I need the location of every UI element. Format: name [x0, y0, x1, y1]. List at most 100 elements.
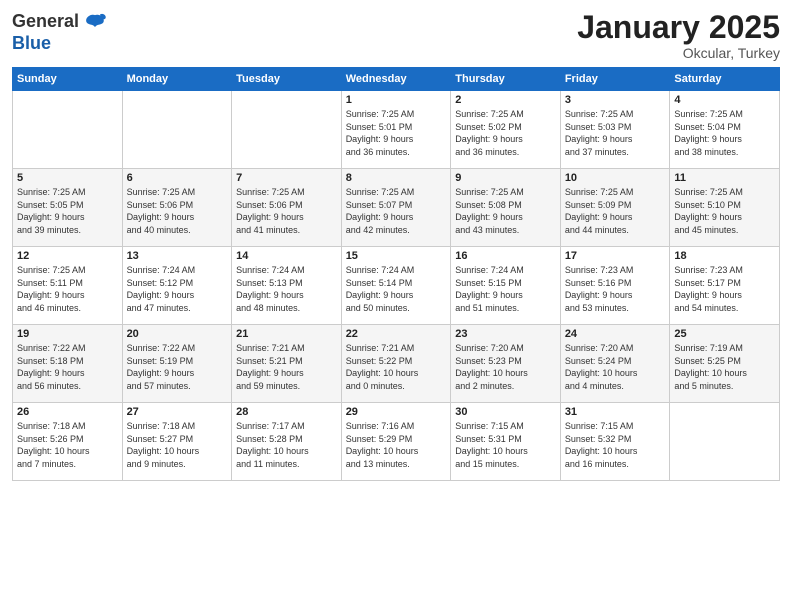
day-info-3-3: Sunrise: 7:21 AM Sunset: 5:22 PM Dayligh…	[346, 342, 447, 392]
day-number-4-2: 28	[236, 406, 337, 418]
cell-1-0: 5 Sunrise: 7:25 AM Sunset: 5:05 PM Daylig…	[13, 169, 123, 247]
week-row-3: 19 Sunrise: 7:22 AM Sunset: 5:18 PM Dayli…	[13, 325, 780, 403]
day-number-4-4: 30	[455, 406, 556, 418]
day-info-4-1: Sunrise: 7:18 AM Sunset: 5:27 PM Dayligh…	[127, 420, 228, 470]
day-info-2-1: Sunrise: 7:24 AM Sunset: 5:12 PM Dayligh…	[127, 264, 228, 314]
day-info-1-4: Sunrise: 7:25 AM Sunset: 5:08 PM Dayligh…	[455, 186, 556, 236]
cell-1-5: 10 Sunrise: 7:25 AM Sunset: 5:09 PM Dayli…	[560, 169, 670, 247]
day-info-4-0: Sunrise: 7:18 AM Sunset: 5:26 PM Dayligh…	[17, 420, 118, 470]
day-number-2-1: 13	[127, 250, 228, 262]
cell-3-2: 21 Sunrise: 7:21 AM Sunset: 5:21 PM Dayli…	[232, 325, 342, 403]
title-block: January 2025 Okcular, Turkey	[577, 10, 780, 61]
header-sunday: Sunday	[13, 68, 123, 91]
day-info-3-4: Sunrise: 7:20 AM Sunset: 5:23 PM Dayligh…	[455, 342, 556, 392]
logo-blue-text: Blue	[12, 34, 107, 54]
header-monday: Monday	[122, 68, 232, 91]
cell-3-3: 22 Sunrise: 7:21 AM Sunset: 5:22 PM Dayli…	[341, 325, 451, 403]
cell-4-6	[670, 403, 780, 481]
header-tuesday: Tuesday	[232, 68, 342, 91]
cell-2-5: 17 Sunrise: 7:23 AM Sunset: 5:16 PM Dayli…	[560, 247, 670, 325]
day-number-1-1: 6	[127, 172, 228, 184]
cell-3-1: 20 Sunrise: 7:22 AM Sunset: 5:19 PM Dayli…	[122, 325, 232, 403]
cell-2-0: 12 Sunrise: 7:25 AM Sunset: 5:11 PM Dayli…	[13, 247, 123, 325]
day-number-3-6: 25	[674, 328, 775, 340]
day-info-0-5: Sunrise: 7:25 AM Sunset: 5:03 PM Dayligh…	[565, 108, 666, 158]
day-number-3-0: 19	[17, 328, 118, 340]
day-number-3-1: 20	[127, 328, 228, 340]
cell-1-3: 8 Sunrise: 7:25 AM Sunset: 5:07 PM Daylig…	[341, 169, 451, 247]
day-number-1-0: 5	[17, 172, 118, 184]
cell-0-0	[13, 91, 123, 169]
cell-3-0: 19 Sunrise: 7:22 AM Sunset: 5:18 PM Dayli…	[13, 325, 123, 403]
day-info-4-5: Sunrise: 7:15 AM Sunset: 5:32 PM Dayligh…	[565, 420, 666, 470]
header-thursday: Thursday	[451, 68, 561, 91]
day-info-1-3: Sunrise: 7:25 AM Sunset: 5:07 PM Dayligh…	[346, 186, 447, 236]
cell-4-4: 30 Sunrise: 7:15 AM Sunset: 5:31 PM Dayli…	[451, 403, 561, 481]
header-friday: Friday	[560, 68, 670, 91]
cell-3-5: 24Sunrise: 7:20 AM Sunset: 5:24 PM Dayli…	[560, 325, 670, 403]
cell-1-1: 6 Sunrise: 7:25 AM Sunset: 5:06 PM Daylig…	[122, 169, 232, 247]
day-info-4-4: Sunrise: 7:15 AM Sunset: 5:31 PM Dayligh…	[455, 420, 556, 470]
day-number-2-2: 14	[236, 250, 337, 262]
day-info-3-2: Sunrise: 7:21 AM Sunset: 5:21 PM Dayligh…	[236, 342, 337, 392]
logo-general-text: General	[12, 12, 79, 32]
cell-2-2: 14 Sunrise: 7:24 AM Sunset: 5:13 PM Dayli…	[232, 247, 342, 325]
cell-4-2: 28 Sunrise: 7:17 AM Sunset: 5:28 PM Dayli…	[232, 403, 342, 481]
day-number-4-5: 31	[565, 406, 666, 418]
day-info-2-3: Sunrise: 7:24 AM Sunset: 5:14 PM Dayligh…	[346, 264, 447, 314]
weekday-header-row: Sunday Monday Tuesday Wednesday Thursday…	[13, 68, 780, 91]
cell-1-6: 11Sunrise: 7:25 AM Sunset: 5:10 PM Dayli…	[670, 169, 780, 247]
day-info-2-0: Sunrise: 7:25 AM Sunset: 5:11 PM Dayligh…	[17, 264, 118, 314]
day-info-4-3: Sunrise: 7:16 AM Sunset: 5:29 PM Dayligh…	[346, 420, 447, 470]
day-info-3-6: Sunrise: 7:19 AM Sunset: 5:25 PM Dayligh…	[674, 342, 775, 392]
cell-2-6: 18 Sunrise: 7:23 AM Sunset: 5:17 PM Dayli…	[670, 247, 780, 325]
logo: General Blue	[12, 10, 107, 54]
day-info-2-5: Sunrise: 7:23 AM Sunset: 5:16 PM Dayligh…	[565, 264, 666, 314]
day-number-2-0: 12	[17, 250, 118, 262]
day-info-2-4: Sunrise: 7:24 AM Sunset: 5:15 PM Dayligh…	[455, 264, 556, 314]
day-number-3-3: 22	[346, 328, 447, 340]
day-info-1-2: Sunrise: 7:25 AM Sunset: 5:06 PM Dayligh…	[236, 186, 337, 236]
day-number-2-6: 18	[674, 250, 775, 262]
day-info-3-1: Sunrise: 7:22 AM Sunset: 5:19 PM Dayligh…	[127, 342, 228, 392]
day-number-2-3: 15	[346, 250, 447, 262]
cell-1-2: 7Sunrise: 7:25 AM Sunset: 5:06 PM Daylig…	[232, 169, 342, 247]
day-number-4-3: 29	[346, 406, 447, 418]
week-row-0: 1Sunrise: 7:25 AM Sunset: 5:01 PM Daylig…	[13, 91, 780, 169]
cell-0-4: 2Sunrise: 7:25 AM Sunset: 5:02 PM Daylig…	[451, 91, 561, 169]
week-row-1: 5 Sunrise: 7:25 AM Sunset: 5:05 PM Daylig…	[13, 169, 780, 247]
week-row-4: 26 Sunrise: 7:18 AM Sunset: 5:26 PM Dayli…	[13, 403, 780, 481]
day-number-4-0: 26	[17, 406, 118, 418]
day-number-1-3: 8	[346, 172, 447, 184]
day-info-1-0: Sunrise: 7:25 AM Sunset: 5:05 PM Dayligh…	[17, 186, 118, 236]
day-info-2-6: Sunrise: 7:23 AM Sunset: 5:17 PM Dayligh…	[674, 264, 775, 314]
day-info-2-2: Sunrise: 7:24 AM Sunset: 5:13 PM Dayligh…	[236, 264, 337, 314]
day-info-0-4: Sunrise: 7:25 AM Sunset: 5:02 PM Dayligh…	[455, 108, 556, 158]
day-number-2-5: 17	[565, 250, 666, 262]
day-info-1-5: Sunrise: 7:25 AM Sunset: 5:09 PM Dayligh…	[565, 186, 666, 236]
day-number-0-6: 4	[674, 94, 775, 106]
cell-3-6: 25 Sunrise: 7:19 AM Sunset: 5:25 PM Dayli…	[670, 325, 780, 403]
day-number-0-3: 1	[346, 94, 447, 106]
month-title: January 2025	[577, 10, 780, 45]
cell-0-2	[232, 91, 342, 169]
day-info-1-1: Sunrise: 7:25 AM Sunset: 5:06 PM Dayligh…	[127, 186, 228, 236]
day-number-3-2: 21	[236, 328, 337, 340]
cell-0-6: 4 Sunrise: 7:25 AM Sunset: 5:04 PM Daylig…	[670, 91, 780, 169]
day-info-3-0: Sunrise: 7:22 AM Sunset: 5:18 PM Dayligh…	[17, 342, 118, 392]
cell-1-4: 9Sunrise: 7:25 AM Sunset: 5:08 PM Daylig…	[451, 169, 561, 247]
cell-2-1: 13 Sunrise: 7:24 AM Sunset: 5:12 PM Dayli…	[122, 247, 232, 325]
day-info-4-2: Sunrise: 7:17 AM Sunset: 5:28 PM Dayligh…	[236, 420, 337, 470]
day-info-0-6: Sunrise: 7:25 AM Sunset: 5:04 PM Dayligh…	[674, 108, 775, 158]
cell-4-1: 27Sunrise: 7:18 AM Sunset: 5:27 PM Dayli…	[122, 403, 232, 481]
page: General Blue January 2025 Okcular, Turke…	[0, 0, 792, 612]
cell-0-1	[122, 91, 232, 169]
day-info-3-5: Sunrise: 7:20 AM Sunset: 5:24 PM Dayligh…	[565, 342, 666, 392]
cell-4-3: 29 Sunrise: 7:16 AM Sunset: 5:29 PM Dayli…	[341, 403, 451, 481]
day-number-1-5: 10	[565, 172, 666, 184]
day-number-0-5: 3	[565, 94, 666, 106]
location: Okcular, Turkey	[577, 45, 780, 61]
day-number-2-4: 16	[455, 250, 556, 262]
header-wednesday: Wednesday	[341, 68, 451, 91]
cell-0-5: 3 Sunrise: 7:25 AM Sunset: 5:03 PM Daylig…	[560, 91, 670, 169]
